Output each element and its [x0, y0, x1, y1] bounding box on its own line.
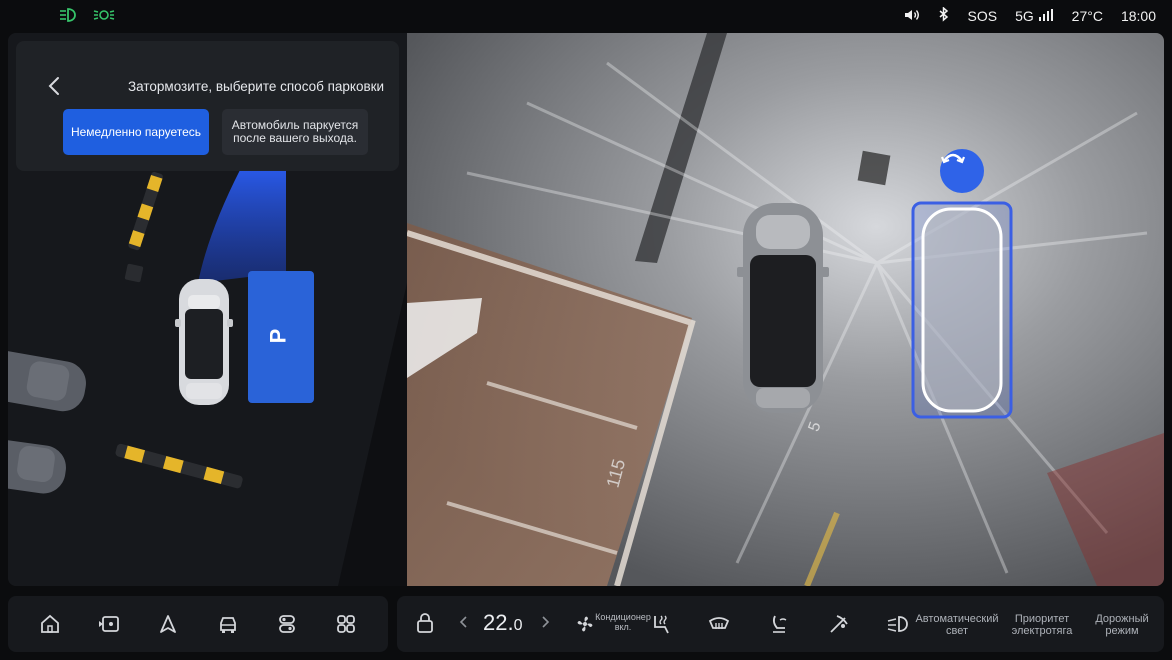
- status-bar: SOS 5G 27°C 18:00: [0, 0, 1172, 32]
- dock-climate: 22.0 Кондиционер вкл. Автоматический све…: [397, 596, 1164, 652]
- auto-light-icon[interactable]: [885, 612, 911, 641]
- park-after-exit-button[interactable]: Автомобиль паркуется после вашего выхода…: [222, 109, 368, 155]
- parking-lights-icon: [92, 7, 116, 28]
- park-now-button[interactable]: Немедленно паруетесь: [63, 109, 209, 155]
- chevron-left-icon: [48, 77, 59, 95]
- temp-decimal: 0: [513, 617, 523, 634]
- car-icon[interactable]: [211, 607, 245, 641]
- lock-icon[interactable]: [415, 611, 435, 640]
- chevron-left-icon: [459, 616, 467, 628]
- bollard: [124, 263, 144, 283]
- bluetooth-icon[interactable]: [938, 6, 950, 25]
- cabin-temperature: 22.0: [483, 610, 523, 636]
- ego-car: [175, 279, 233, 405]
- volume-icon[interactable]: [904, 8, 920, 25]
- parking-spot-label: P: [265, 328, 291, 344]
- rotate-slot-button[interactable]: [940, 149, 984, 193]
- home-icon[interactable]: [33, 607, 67, 641]
- navigation-icon[interactable]: [151, 607, 185, 641]
- seat-heat-icon[interactable]: [649, 612, 673, 641]
- chevron-right-icon: [542, 616, 550, 628]
- steering-heat-icon[interactable]: [827, 612, 851, 641]
- temp-down-button[interactable]: [459, 615, 469, 634]
- signal-icon: [1038, 9, 1053, 21]
- sos-button[interactable]: SOS: [968, 8, 998, 24]
- parking-prompt-card: Затормозите, выберите способ парковки Не…: [16, 41, 399, 171]
- rotate-icon: [940, 153, 966, 164]
- outside-temperature: 27°C: [1071, 8, 1103, 24]
- media-icon[interactable]: [92, 607, 126, 641]
- prompt-title: Затормозите, выберите способ парковки: [128, 79, 385, 94]
- back-button[interactable]: [42, 71, 66, 101]
- low-beam-icon: [58, 7, 78, 28]
- ev-priority-button[interactable]: Приоритет электротяга: [1007, 613, 1077, 637]
- dock-nav: [8, 596, 388, 652]
- temp-up-button[interactable]: [540, 615, 550, 634]
- network-indicator: 5G: [1015, 8, 1054, 24]
- parking-map-panel: P Затормозите, выберите способ парковки …: [8, 33, 407, 586]
- fan-icon[interactable]: [573, 612, 597, 641]
- apps-icon[interactable]: [329, 607, 363, 641]
- auto-light-label[interactable]: Автоматический свет: [911, 613, 1003, 637]
- drive-mode-button[interactable]: Дорожный режим: [1087, 613, 1157, 637]
- defrost-icon[interactable]: [707, 612, 731, 641]
- target-slot-frame[interactable]: [911, 201, 1013, 419]
- network-label: 5G: [1015, 8, 1034, 24]
- seat-ventilation-icon[interactable]: [767, 612, 791, 641]
- clock: 18:00: [1120, 8, 1156, 24]
- ac-status-label: Кондиционер вкл.: [595, 612, 651, 632]
- camera-ego-car: [737, 203, 829, 413]
- surround-camera-view: 5 115: [407, 33, 1164, 586]
- settings-icon[interactable]: [270, 607, 304, 641]
- camera-scene: [407, 33, 1164, 586]
- temp-whole: 22.: [483, 610, 514, 635]
